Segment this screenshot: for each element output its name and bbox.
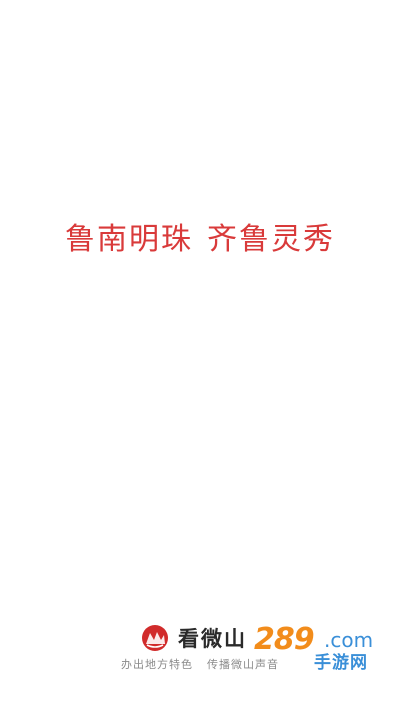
slogan: 鲁南明珠 齐鲁灵秀	[0, 214, 400, 258]
app-name: 看微山	[178, 626, 247, 651]
slogan-part-2: 齐鲁灵秀	[207, 222, 335, 257]
watermark-number: 289	[254, 622, 315, 657]
watermark-site-name: 手游网	[314, 653, 368, 673]
site-watermark: 289 .com 手游网	[250, 622, 390, 673]
splash-screen: 鲁南明珠 齐鲁灵秀 看微山 办出地方特色 传播微山声音 289 .com 手游网	[0, 0, 400, 711]
slogan-part-1: 鲁南明珠	[65, 222, 193, 257]
logo-icon	[142, 625, 168, 651]
tagline-part-1: 办出地方特色	[121, 658, 193, 671]
